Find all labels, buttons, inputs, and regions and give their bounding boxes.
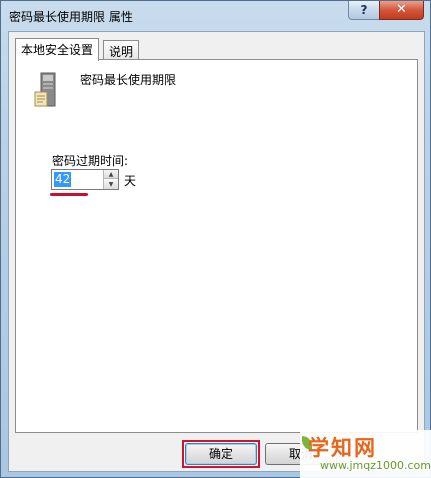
ok-button[interactable]: 确定 [185,443,257,465]
title-bar[interactable]: 密码最长使用期限 属性 ? ✕ [1,1,430,31]
help-button[interactable]: ? [348,1,380,20]
watermark-url: www.jmqz1000.com [320,459,431,472]
close-button[interactable]: ✕ [379,1,424,20]
annotation-underline [50,193,88,196]
stepper-up-button[interactable]: ▲ [104,170,118,179]
policy-title: 密码最长使用期限 [80,73,177,87]
password-expiry-label: 密码过期时间: [52,154,129,168]
window-title: 密码最长使用期限 属性 [9,10,133,24]
days-unit-label: 天 [124,174,137,188]
tab-explain[interactable]: 说明 [103,40,140,60]
watermark-title: 学知网 [308,436,377,460]
server-icon [34,72,56,107]
password-expiry-value[interactable]: 42 [54,172,72,187]
tab-panel: 密码最长使用期限 密码过期时间: 42 ▲ ▼ 天 [15,59,418,433]
dialog-window: 密码最长使用期限 属性 ? ✕ 本地安全设置 说明 密码最长使用期限 密码过期时… [0,0,431,478]
tab-local-security-setting[interactable]: 本地安全设置 [15,38,100,61]
watermark: 学知网 www.jmqz1000.com [300,430,431,478]
stepper-buttons: ▲ ▼ [103,170,118,189]
password-expiry-stepper[interactable]: 42 ▲ ▼ [51,169,119,190]
dialog-client-area: 本地安全设置 说明 密码最长使用期限 密码过期时间: 42 ▲ ▼ 天 确定 [8,31,425,472]
stepper-down-button[interactable]: ▼ [104,180,118,189]
